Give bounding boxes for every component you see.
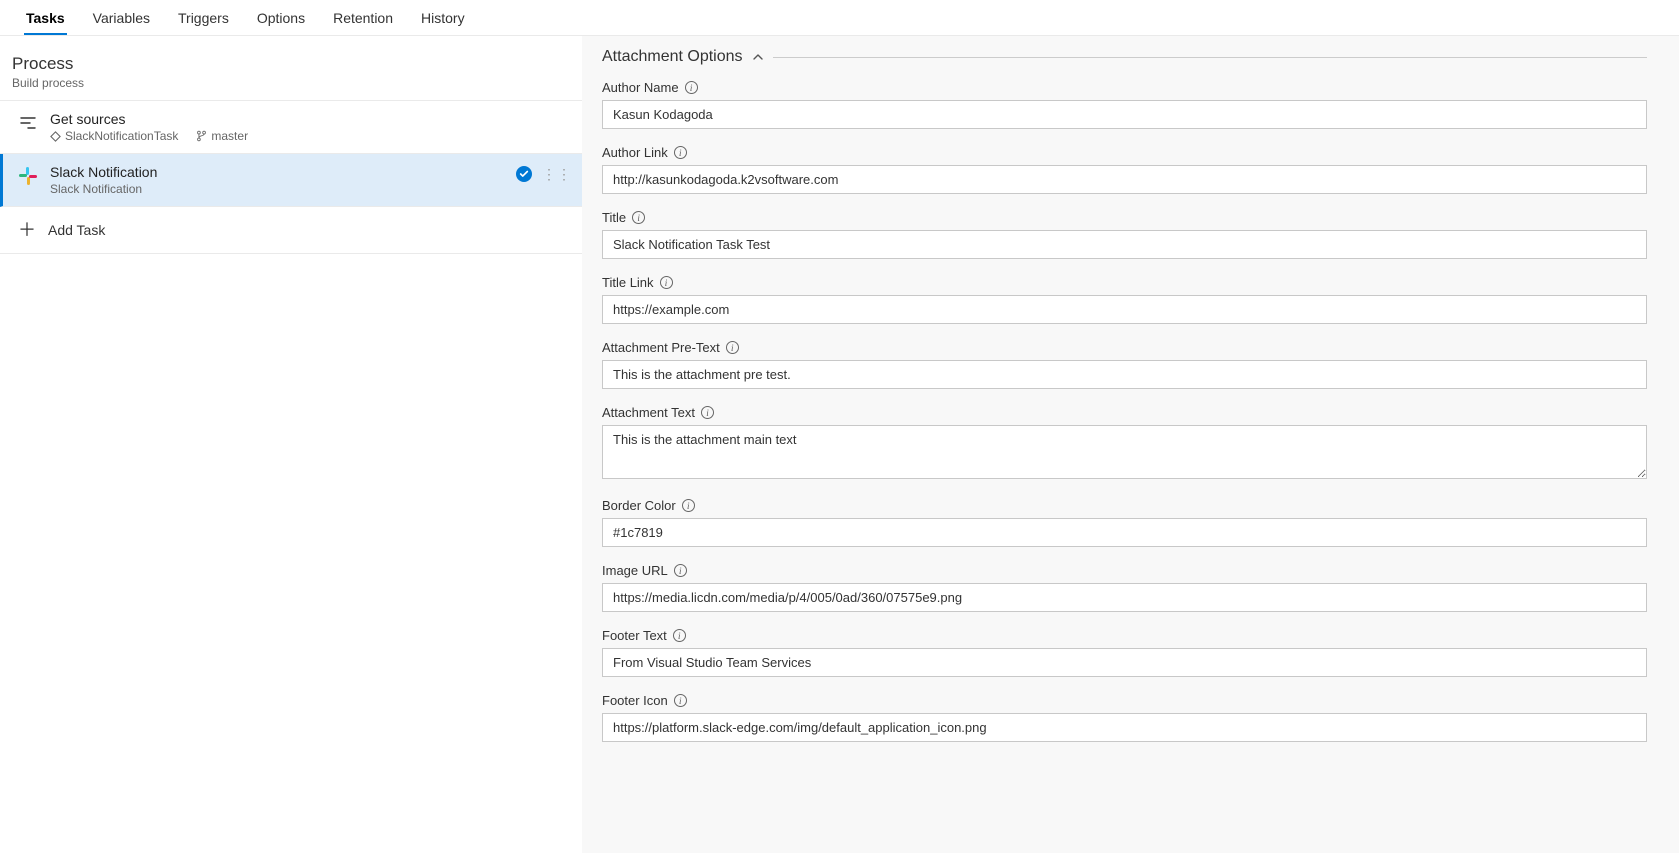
input-pre-text[interactable] [602, 360, 1647, 389]
label-border-color: Border Color i [602, 498, 1647, 513]
input-author-link[interactable] [602, 165, 1647, 194]
filter-icon [18, 113, 38, 133]
top-tab-bar: Tasks Variables Triggers Options Retenti… [0, 0, 1679, 36]
row-get-sources[interactable]: Get sources SlackNotificationTask master [0, 101, 582, 154]
label-footer-icon: Footer Icon i [602, 693, 1647, 708]
info-icon[interactable]: i [674, 146, 687, 159]
label-text: Footer Icon [602, 693, 668, 708]
process-header[interactable]: Process Build process [0, 36, 582, 101]
tab-triggers[interactable]: Triggers [164, 2, 243, 35]
input-border-color[interactable] [602, 518, 1647, 547]
repo-indicator: SlackNotificationTask [50, 129, 178, 143]
section-title: Attachment Options [602, 48, 743, 66]
tab-options[interactable]: Options [243, 2, 319, 35]
label-pre-text: Attachment Pre-Text i [602, 340, 1647, 355]
slack-icon [18, 166, 38, 186]
label-text: Author Name [602, 80, 679, 95]
input-attachment-text[interactable] [602, 425, 1647, 479]
label-attachment-text: Attachment Text i [602, 405, 1647, 420]
tab-history[interactable]: History [407, 2, 479, 35]
right-pane: Attachment Options Author Name i Author … [582, 36, 1679, 853]
row-body: Get sources SlackNotificationTask master [50, 111, 572, 143]
add-task-label: Add Task [48, 222, 105, 238]
input-author-name[interactable] [602, 100, 1647, 129]
row-slack-notification[interactable]: Slack Notification Slack Notification ⋮⋮ [0, 154, 582, 207]
info-icon[interactable]: i [685, 81, 698, 94]
label-text: Image URL [602, 563, 668, 578]
info-icon[interactable]: i [673, 629, 686, 642]
info-icon[interactable]: i [726, 341, 739, 354]
tab-retention[interactable]: Retention [319, 2, 407, 35]
label-text: Border Color [602, 498, 676, 513]
section-divider [773, 57, 1647, 58]
label-title-link: Title Link i [602, 275, 1647, 290]
label-text: Footer Text [602, 628, 667, 643]
slack-title: Slack Notification [50, 164, 506, 180]
drag-handle-icon[interactable]: ⋮⋮ [542, 170, 572, 178]
row-body: Slack Notification Slack Notification [50, 164, 506, 196]
info-icon[interactable]: i [674, 694, 687, 707]
label-text: Attachment Text [602, 405, 695, 420]
label-text: Title Link [602, 275, 654, 290]
tab-variables[interactable]: Variables [79, 2, 164, 35]
info-icon[interactable]: i [632, 211, 645, 224]
input-title[interactable] [602, 230, 1647, 259]
tab-tasks[interactable]: Tasks [12, 2, 79, 35]
process-title: Process [12, 54, 570, 74]
input-footer-text[interactable] [602, 648, 1647, 677]
label-image-url: Image URL i [602, 563, 1647, 578]
repo-icon [50, 131, 61, 142]
info-icon[interactable]: i [660, 276, 673, 289]
section-attachment-options[interactable]: Attachment Options [602, 48, 1647, 66]
label-author-name: Author Name i [602, 80, 1647, 95]
label-text: Author Link [602, 145, 668, 160]
label-footer-text: Footer Text i [602, 628, 1647, 643]
plus-icon: ＋ [18, 221, 36, 239]
label-text: Title [602, 210, 626, 225]
info-icon[interactable]: i [674, 564, 687, 577]
add-task-button[interactable]: ＋ Add Task [0, 207, 582, 254]
info-icon[interactable]: i [701, 406, 714, 419]
branch-indicator: master [196, 129, 248, 143]
branch-name: master [211, 129, 248, 143]
input-image-url[interactable] [602, 583, 1647, 612]
chevron-up-icon [751, 50, 765, 64]
status-complete-icon [516, 166, 532, 182]
process-subtitle: Build process [12, 76, 570, 90]
branch-icon [196, 130, 207, 142]
slack-subtitle: Slack Notification [50, 182, 506, 196]
info-icon[interactable]: i [682, 499, 695, 512]
get-sources-title: Get sources [50, 111, 572, 127]
label-author-link: Author Link i [602, 145, 1647, 160]
label-text: Attachment Pre-Text [602, 340, 720, 355]
input-title-link[interactable] [602, 295, 1647, 324]
label-title: Title i [602, 210, 1647, 225]
repo-name: SlackNotificationTask [65, 129, 178, 143]
input-footer-icon[interactable] [602, 713, 1647, 742]
left-pane: Process Build process Get sources SlackN… [0, 36, 582, 853]
